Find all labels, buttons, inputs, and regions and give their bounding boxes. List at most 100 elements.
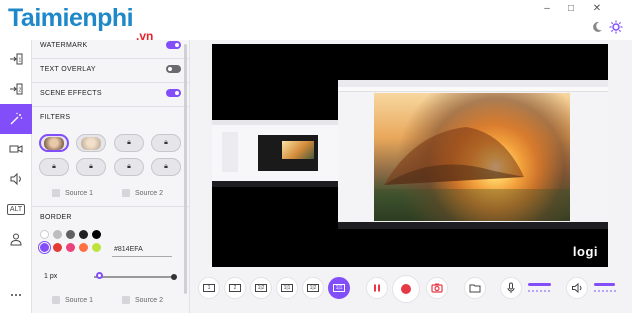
- user-icon: [10, 233, 22, 246]
- checkbox[interactable]: [122, 296, 130, 304]
- sun-icon[interactable]: [609, 20, 623, 34]
- input-1-icon: 1: [10, 53, 23, 65]
- filter-source-2[interactable]: Source 2: [122, 189, 163, 197]
- alt-icon: ALT: [6, 203, 26, 215]
- audio-icon: [10, 172, 21, 186]
- filter-option-locked[interactable]: 🔒︎: [151, 158, 181, 176]
- nav-input-2[interactable]: 2: [0, 74, 32, 104]
- scene-effects-toggle[interactable]: [166, 89, 181, 97]
- layout-single-2-icon: 2: [229, 284, 241, 292]
- color-swatch[interactable]: [92, 230, 101, 239]
- pause-button[interactable]: [366, 277, 388, 299]
- panel-scrollbar[interactable]: [184, 44, 187, 294]
- filter-option-locked[interactable]: 🔒︎: [114, 158, 144, 176]
- border-width-slider[interactable]: [94, 276, 174, 278]
- open-folder-button[interactable]: [464, 277, 486, 299]
- taskbar: [338, 222, 608, 229]
- microphone-button[interactable]: [500, 277, 522, 299]
- color-swatch[interactable]: [79, 243, 88, 252]
- microphone-level-slider[interactable]: [528, 283, 551, 286]
- border-hex-value[interactable]: #814EFA: [114, 246, 143, 253]
- text-overlay-label: TEXT OVERLAY: [40, 65, 96, 73]
- speaker-button[interactable]: [566, 277, 588, 299]
- color-swatch[interactable]: [38, 241, 51, 254]
- divider: [32, 82, 189, 83]
- lock-icon: 🔒︎: [89, 163, 93, 170]
- layout-single-1-icon: 1: [203, 284, 215, 292]
- app-window: Taimienphi .vn – □ ✕ 1 2 ALT WATERMARK T…: [0, 0, 632, 313]
- text-overlay-row: TEXT OVERLAY: [40, 60, 181, 78]
- source-2-label: Source 2: [135, 189, 164, 197]
- lock-icon: 🔒︎: [127, 139, 131, 146]
- brand-logo: Taimienphi: [8, 4, 134, 33]
- microphone-level-meter: [528, 290, 550, 292]
- inner-tent-image: [282, 141, 314, 159]
- layout-button-1[interactable]: 1: [198, 277, 220, 299]
- tent-photo: [374, 93, 570, 221]
- border-width-slider-knob[interactable]: [95, 272, 103, 279]
- close-button[interactable]: ✕: [590, 3, 604, 15]
- nav-input-1[interactable]: 1: [0, 44, 32, 74]
- nav-user[interactable]: [0, 224, 32, 254]
- screen-capture-source-2: [338, 80, 608, 229]
- layout-pip-alt-icon: 1|1: [281, 284, 293, 292]
- filter-option-locked[interactable]: 🔒︎: [39, 158, 69, 176]
- filter-option-locked[interactable]: 🔒︎: [76, 158, 106, 176]
- scene-effects-label: SCENE EFFECTS: [40, 89, 102, 97]
- layout-button-2[interactable]: 2: [224, 277, 246, 299]
- divider: [32, 106, 189, 107]
- window-toolbar: [338, 87, 608, 92]
- scene-effects-row: SCENE EFFECTS: [40, 84, 181, 102]
- input-2-icon: 2: [10, 83, 23, 95]
- app-sidebar: [222, 132, 238, 172]
- layout-button-side-by-side[interactable]: 1|1: [328, 277, 350, 299]
- video-preview: logi: [212, 44, 608, 267]
- checkbox[interactable]: [122, 189, 130, 197]
- nav-effects[interactable]: [0, 104, 32, 134]
- folder-icon: [469, 284, 481, 293]
- color-swatch[interactable]: [66, 243, 75, 252]
- filter-option-locked[interactable]: 🔒︎: [114, 134, 144, 152]
- more-icon: [11, 294, 21, 296]
- color-swatch[interactable]: [79, 230, 88, 239]
- color-swatch[interactable]: [92, 243, 101, 252]
- layout-button-split[interactable]: 1|2: [302, 277, 324, 299]
- checkbox[interactable]: [52, 296, 60, 304]
- nav-audio[interactable]: [0, 164, 32, 194]
- divider: [32, 206, 189, 207]
- minimize-button[interactable]: –: [540, 3, 554, 15]
- color-swatch[interactable]: [53, 243, 62, 252]
- border-source-2[interactable]: Source 2: [122, 296, 163, 304]
- speaker-level-slider[interactable]: [594, 283, 615, 286]
- record-button[interactable]: [392, 275, 420, 303]
- nav-alt[interactable]: ALT: [0, 194, 32, 224]
- layout-button-pip-2[interactable]: 1|1: [276, 277, 298, 299]
- pause-icon: [374, 284, 380, 292]
- effects-wand-icon: [10, 112, 23, 125]
- filter-option[interactable]: [76, 134, 106, 152]
- nav-camera[interactable]: [0, 134, 32, 164]
- checkbox[interactable]: [52, 189, 60, 197]
- brand-text: Taimienphi: [8, 4, 134, 32]
- maximize-button[interactable]: □: [564, 3, 578, 15]
- preview-side-strip: [608, 44, 632, 267]
- divider: [32, 58, 189, 59]
- color-swatch[interactable]: [66, 230, 75, 239]
- snapshot-button[interactable]: [426, 277, 448, 299]
- filter-option-locked[interactable]: 🔒︎: [151, 134, 181, 152]
- hex-underline: [112, 256, 172, 257]
- nav-more[interactable]: [0, 280, 32, 310]
- filters-title: FILTERS: [40, 114, 71, 121]
- watermark-toggle[interactable]: [166, 41, 181, 49]
- border-source-1[interactable]: Source 1: [52, 296, 93, 304]
- filter-source-1[interactable]: Source 1: [52, 189, 93, 197]
- border-width-label: 1 px: [44, 273, 58, 280]
- text-overlay-toggle[interactable]: [166, 65, 181, 73]
- speaker-level-meter: [594, 290, 616, 292]
- moon-icon[interactable]: [590, 20, 604, 34]
- color-swatch[interactable]: [53, 230, 62, 239]
- color-swatch[interactable]: [40, 230, 49, 239]
- layout-button-pip[interactable]: 1|2: [250, 277, 272, 299]
- svg-text:2: 2: [19, 88, 22, 94]
- filter-option[interactable]: [39, 134, 69, 152]
